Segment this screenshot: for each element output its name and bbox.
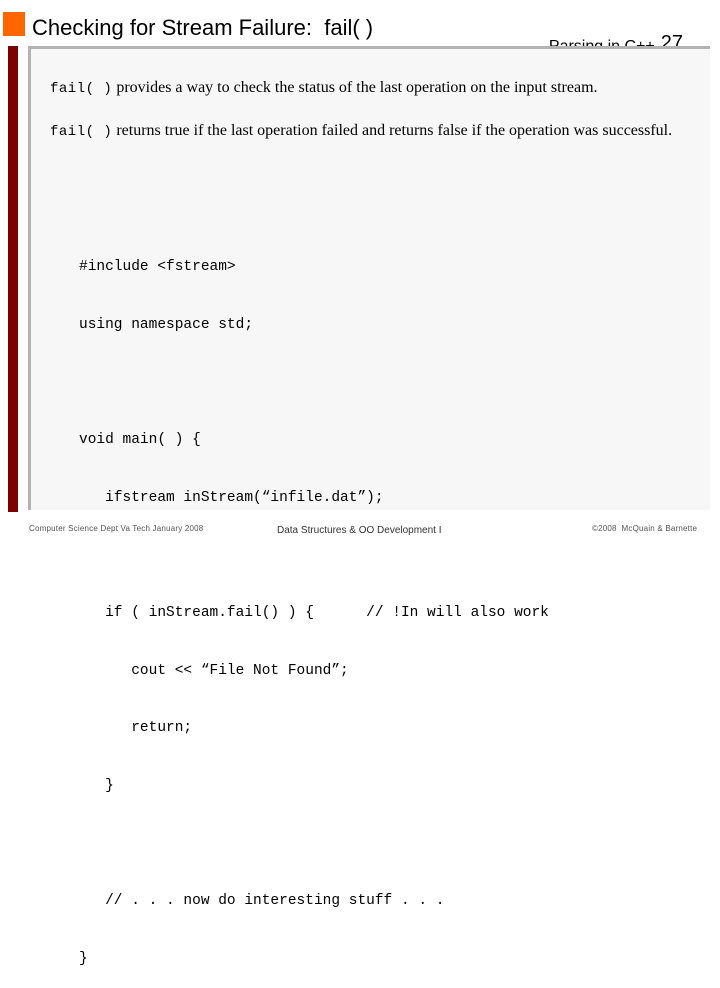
inline-code: fail( ): [50, 124, 113, 140]
code-line: }: [79, 777, 114, 794]
paragraph-fail-return: fail( ) returns true if the last operati…: [50, 119, 675, 144]
left-accent-bar: [8, 46, 18, 512]
code-line: if ( inStream.fail() ) { // !In will als…: [79, 604, 549, 621]
footer-course: Data Structures & OO Development I: [277, 525, 442, 536]
code-line: }: [79, 950, 88, 967]
title-accent-square: [3, 12, 25, 36]
paragraph-fail-description: fail( ) provides a way to check the stat…: [50, 76, 675, 101]
code-line: return;: [79, 720, 193, 737]
code-line: ifstream inStream(“infile.dat”);: [79, 489, 384, 506]
code-line: #include <fstream>: [79, 259, 236, 276]
paragraph-text: provides a way to check the status of th…: [112, 79, 598, 96]
code-line: // . . . now do interesting stuff . . .: [79, 892, 445, 909]
code-line: using namespace std;: [79, 317, 254, 333]
code-line: cout << “File Not Found”;: [79, 662, 349, 679]
code-line: void main( ) {: [79, 432, 201, 449]
inline-code: fail( ): [50, 81, 113, 97]
paragraph-text: returns true if the last operation faile…: [112, 122, 673, 139]
slide-title: Checking for Stream Failure: fail( ): [32, 15, 374, 40]
footer-copyright: ©2008 McQuain & Barnette: [592, 524, 698, 533]
footer-department: Computer Science Dept Va Tech January 20…: [29, 524, 204, 533]
code-example: #include <fstream> using namespace std; …: [79, 220, 549, 988]
